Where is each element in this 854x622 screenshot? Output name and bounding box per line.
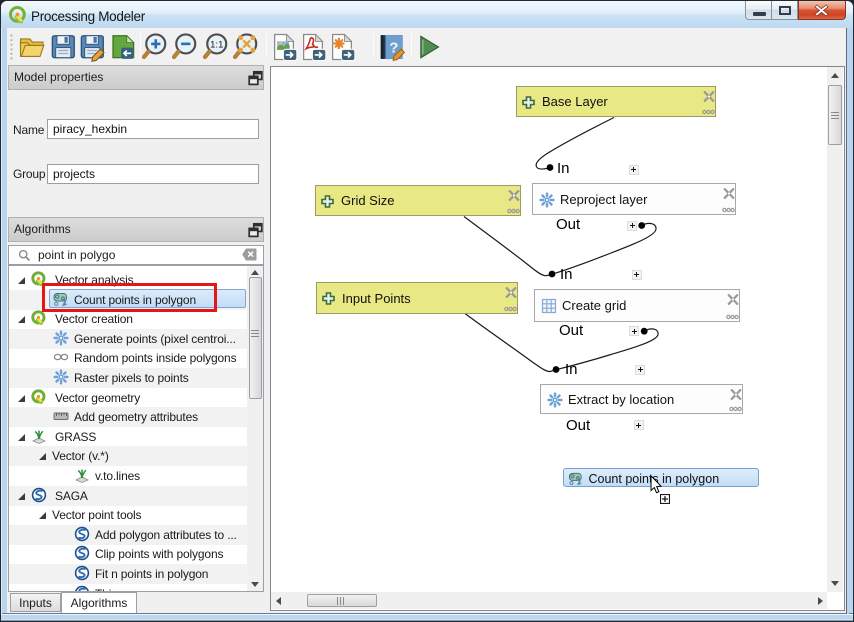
svg-text:1:1: 1:1 — [210, 40, 223, 51]
